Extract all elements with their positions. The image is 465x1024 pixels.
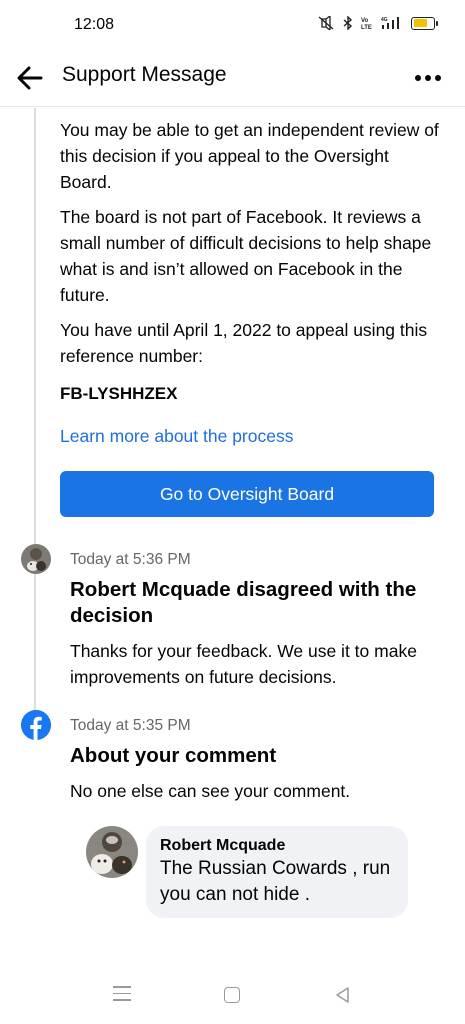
bluetooth-icon (343, 16, 353, 30)
event-timestamp: Today at 5:36 PM (70, 551, 191, 568)
reference-number: FB-LYSHHZEX (60, 384, 178, 403)
comment-author[interactable]: Robert Mcquade (160, 836, 394, 856)
message-paragraph-1: You may be able to get an independent re… (60, 120, 439, 192)
facebook-logo-icon (21, 710, 51, 740)
event-title: About your comment (70, 744, 277, 767)
back-triangle-icon[interactable] (334, 986, 352, 1004)
comment-text: The Russian Cowards , run you can not hi… (160, 858, 391, 905)
system-nav-bar (0, 970, 465, 1024)
event-timestamp: Today at 5:35 PM (70, 717, 191, 734)
status-icons: Vo LTE 4G (317, 16, 438, 30)
user-avatar-node (21, 544, 51, 574)
event-title: Robert Mcquade disagreed with the decisi… (70, 578, 417, 627)
learn-more-link[interactable]: Learn more about the process (60, 426, 293, 447)
event-body: No one else can see your comment. (70, 781, 351, 801)
event-body: Thanks for your feedback. We use it to m… (70, 641, 417, 687)
svg-text:Vo: Vo (361, 18, 369, 24)
svg-text:4G: 4G (381, 17, 388, 23)
battery-icon (411, 16, 438, 30)
menu-icon[interactable] (113, 986, 131, 1002)
app-header: Support Message (0, 50, 465, 107)
status-time: 12:08 (74, 16, 115, 33)
mute-icon (318, 16, 334, 30)
message-paragraph-2: The board is not part of Facebook. It re… (60, 207, 432, 305)
comment-bubble[interactable]: Robert Mcquade The Russian Cowards , run… (146, 826, 408, 918)
more-horizontal-icon[interactable] (411, 64, 445, 92)
home-square-icon[interactable] (224, 987, 240, 1003)
svg-text:LTE: LTE (361, 25, 372, 30)
commenter-avatar[interactable] (86, 826, 138, 878)
page-title: Support Message (62, 63, 227, 86)
message-paragraph-3: You have until April 1, 2022 to appeal u… (60, 320, 428, 366)
timeline-line (34, 108, 36, 716)
signal-4g-icon: 4G (381, 17, 399, 29)
go-to-oversight-board-button[interactable]: Go to Oversight Board (60, 471, 434, 517)
arrow-left-icon[interactable] (14, 62, 46, 94)
volte-icon: Vo LTE (361, 18, 372, 30)
status-bar: 12:08 Vo LTE 4G (0, 0, 465, 50)
